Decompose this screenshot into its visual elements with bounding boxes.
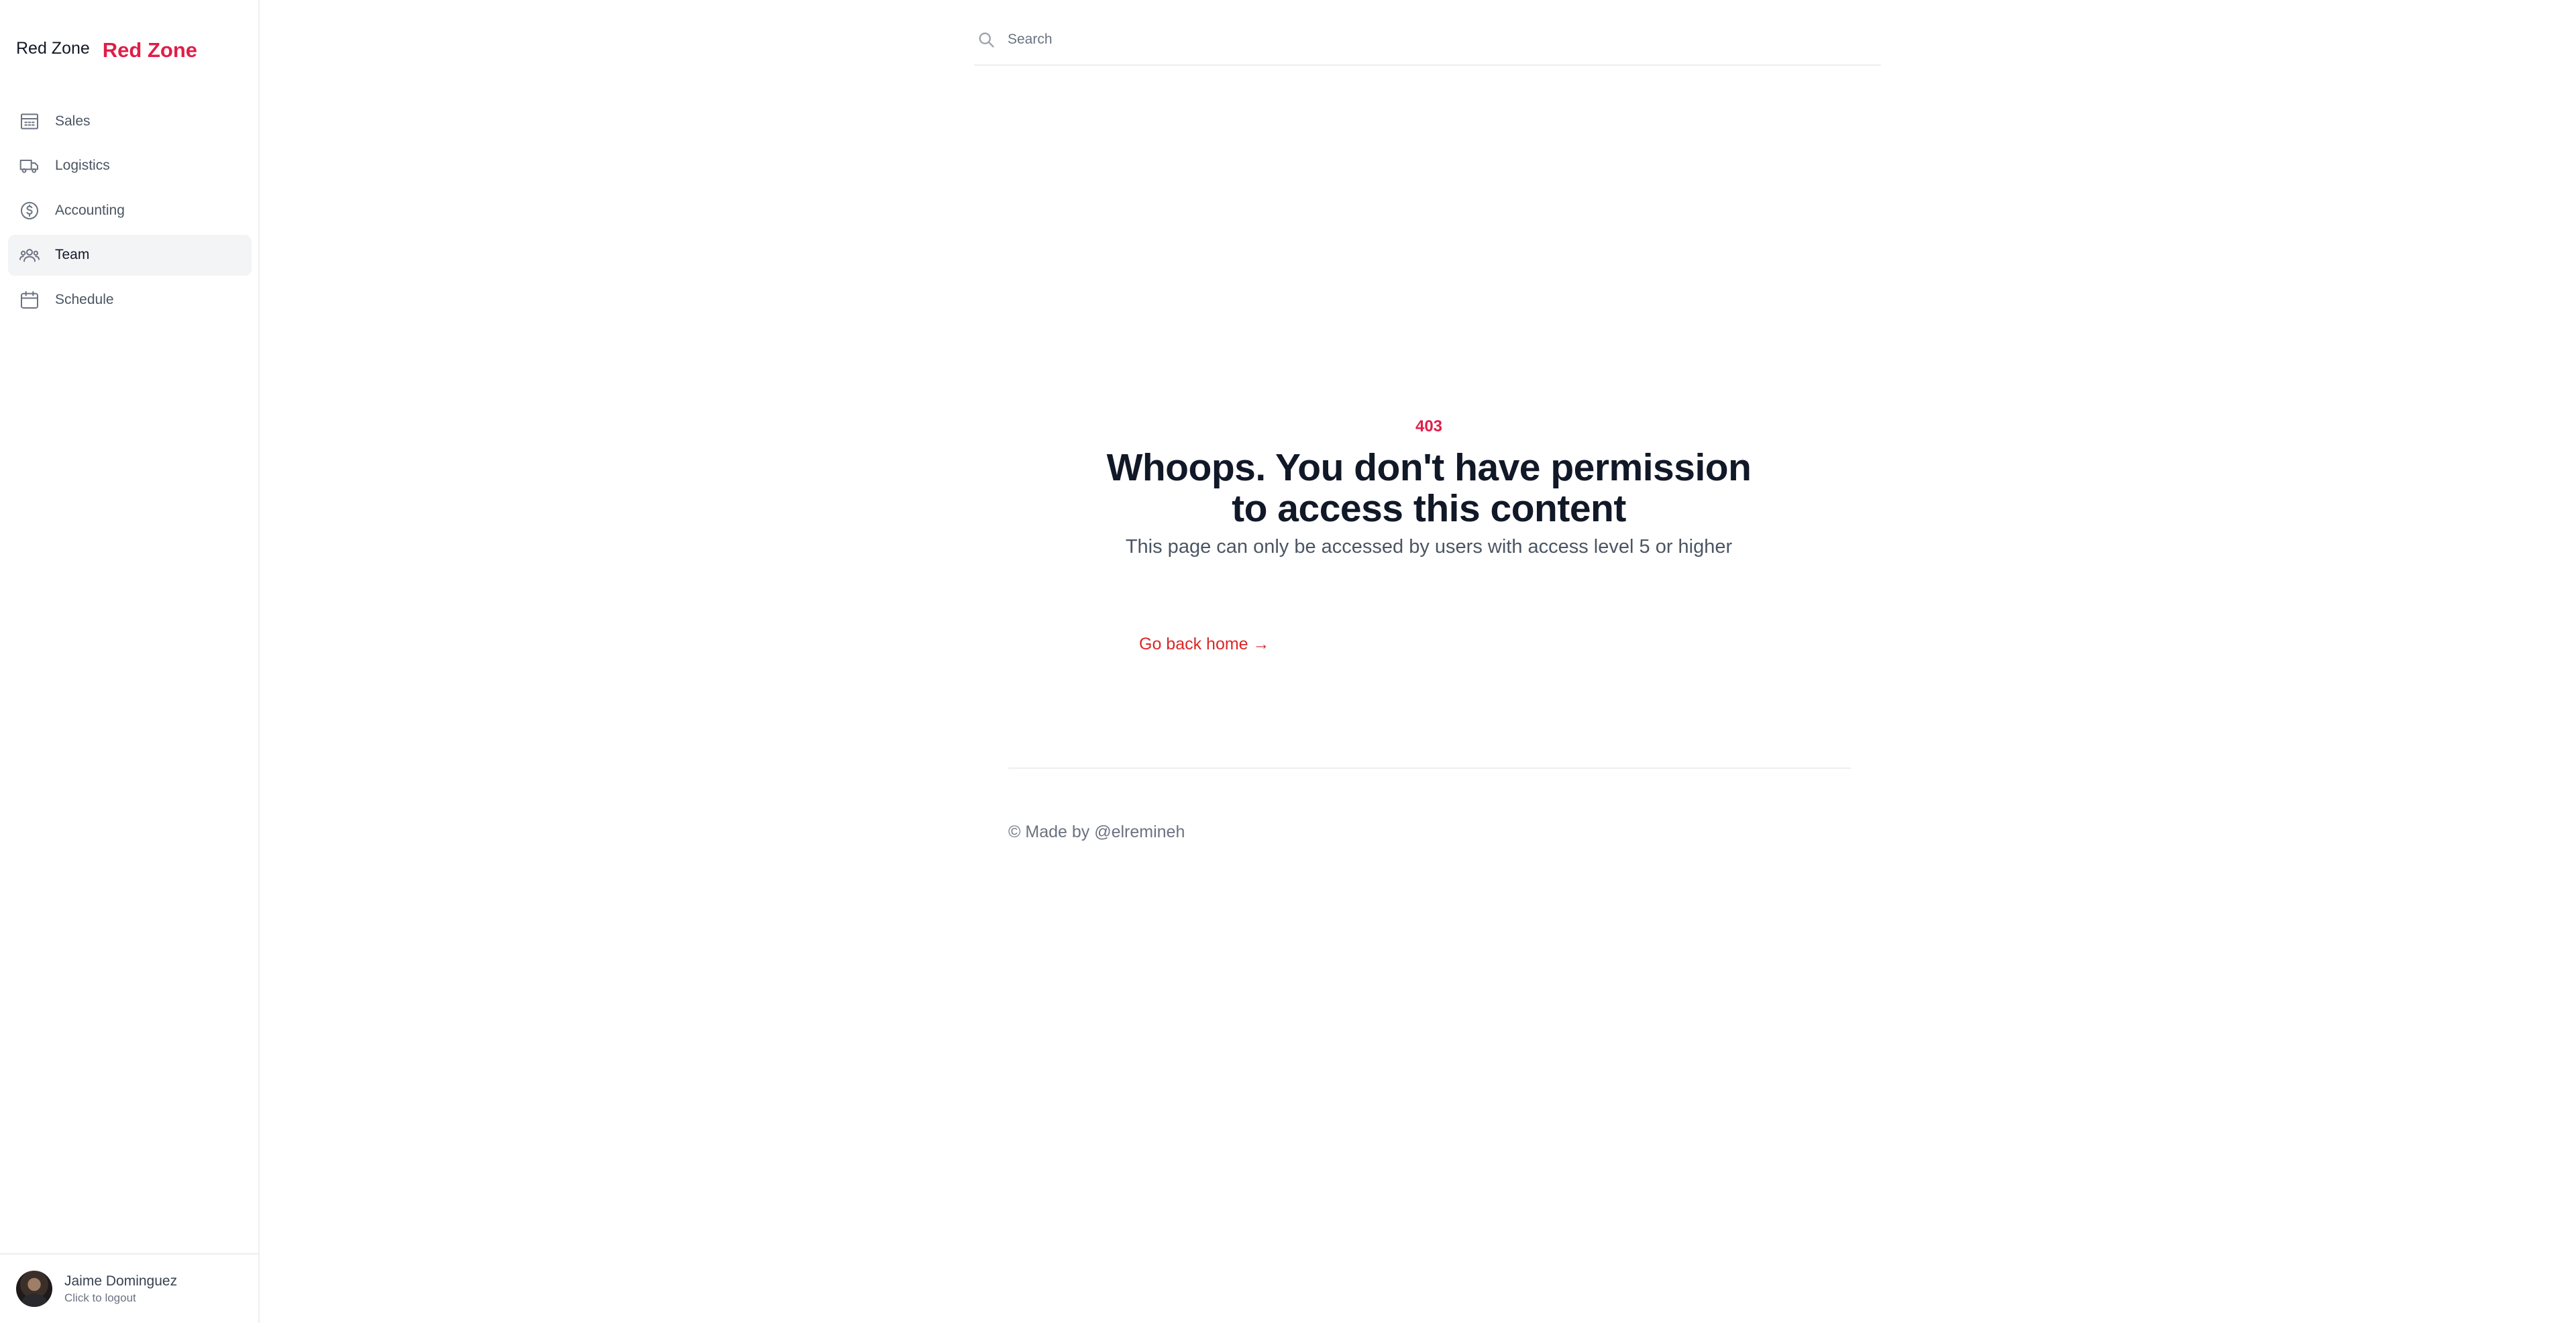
sidebar-item-label: Logistics	[55, 158, 110, 173]
go-back-home-link[interactable]: Go back home →	[1139, 635, 1270, 654]
brand-text: Red Zone	[16, 39, 90, 58]
error-content: 403 Whoops. You don't have permission to…	[1006, 403, 1851, 653]
user-logout-button[interactable]: Jaime Dominguez Click to logout	[0, 1253, 258, 1323]
error-description: This page can only be accessed by users …	[1125, 536, 1733, 558]
brand[interactable]: Red Zone Red Zone	[16, 35, 198, 62]
footer-credit: © Made by @elremineh	[1008, 823, 1185, 841]
sidebar-item-team[interactable]: Team	[8, 234, 252, 276]
sidebar-nav: Sales Logistics Accounting Team Schedule	[8, 101, 252, 324]
sidebar-item-logistics[interactable]: Logistics	[8, 146, 252, 187]
users-icon	[19, 249, 40, 262]
sidebar-item-accounting[interactable]: Accounting	[8, 190, 252, 231]
sidebar-item-label: Sales	[55, 113, 91, 129]
error-code: 403	[1415, 417, 1443, 435]
search-input[interactable]	[1008, 32, 1813, 48]
brand-logo-text: Red Zone	[102, 38, 198, 62]
sidebar-item-label: Team	[55, 247, 90, 262]
user-name: Jaime Dominguez	[64, 1273, 178, 1289]
calendar-icon	[21, 290, 38, 309]
dollar-icon	[21, 201, 38, 219]
title-line-1: Whoops. You don't have permission	[1106, 446, 1752, 489]
avatar	[16, 1271, 52, 1307]
page-title: Whoops. You don't have permission to acc…	[1006, 447, 1851, 529]
sidebar-item-schedule[interactable]: Schedule	[8, 279, 252, 320]
title-line-2: to access this content	[1232, 487, 1626, 530]
sidebar-item-label: Schedule	[55, 291, 114, 307]
user-info: Jaime Dominguez Click to logout	[64, 1273, 177, 1305]
sidebar: Red Zone Red Zone Sales Logistics Accoun…	[0, 0, 260, 1323]
building-icon	[21, 113, 38, 129]
footer: © Made by @elremineh	[1008, 768, 1851, 842]
search-icon	[979, 32, 994, 48]
logout-hint: Click to logout	[64, 1291, 136, 1304]
sidebar-item-sales[interactable]: Sales	[8, 101, 252, 142]
truck-icon	[19, 160, 38, 173]
sidebar-item-label: Accounting	[55, 202, 125, 218]
search-bar	[974, 15, 1881, 66]
